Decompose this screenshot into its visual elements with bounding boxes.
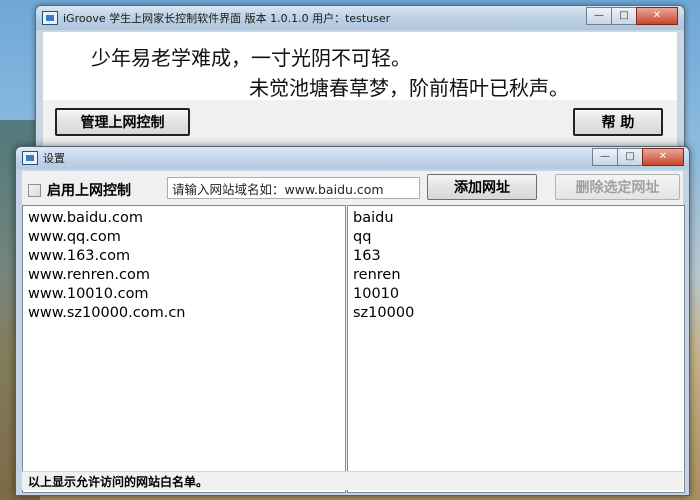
- list-item[interactable]: 163: [348, 247, 684, 266]
- manage-control-button[interactable]: 管理上网控制: [55, 108, 190, 136]
- status-bar: 以上显示允许访问的网站白名单。: [22, 471, 683, 490]
- main-titlebar[interactable]: iGroove 学生上网家长控制软件界面 版本 1.0.1.0 用户：testu…: [36, 6, 684, 30]
- main-window-title: iGroove 学生上网家长控制软件界面 版本 1.0.1.0 用户：testu…: [63, 12, 391, 25]
- maximize-button[interactable]: □: [617, 148, 643, 166]
- settings-window-title: 设置: [43, 152, 65, 165]
- help-button[interactable]: 帮 助: [573, 108, 663, 136]
- list-item[interactable]: renren: [348, 266, 684, 285]
- domain-list[interactable]: www.baidu.com www.qq.com www.163.com www…: [22, 205, 346, 493]
- main-window: iGroove 学生上网家长控制软件界面 版本 1.0.1.0 用户：testu…: [35, 5, 685, 151]
- settings-window: 设置 — □ ✕ 启用上网控制 请输入网站域名如：www.baidu.com 添…: [15, 146, 690, 496]
- minimize-button[interactable]: —: [592, 148, 618, 166]
- main-button-bar: 管理上网控制 帮 助: [43, 100, 677, 150]
- add-url-button[interactable]: 添加网址: [427, 174, 537, 200]
- list-item[interactable]: www.sz10000.com.cn: [23, 304, 345, 323]
- list-item[interactable]: www.baidu.com: [23, 209, 345, 228]
- url-input[interactable]: 请输入网站域名如：www.baidu.com: [167, 177, 420, 199]
- list-item[interactable]: qq: [348, 228, 684, 247]
- poem-line-1: 少年易老学难成，一寸光阴不可轻。: [91, 46, 411, 70]
- poem-line-2: 未觉池塘春草梦，阶前梧叶已秋声。: [249, 76, 569, 100]
- enable-control-toggle[interactable]: 启用上网控制: [28, 180, 131, 200]
- main-window-controls: — □ ✕: [586, 7, 678, 25]
- poem-banner: 少年易老学难成，一寸光阴不可轻。 未觉池塘春草梦，阶前梧叶已秋声。: [43, 32, 677, 100]
- site-name-list[interactable]: baidu qq 163 renren 10010 sz10000: [347, 205, 685, 493]
- list-item[interactable]: www.renren.com: [23, 266, 345, 285]
- enable-control-checkbox[interactable]: [28, 183, 41, 197]
- main-client-area: 少年易老学难成，一寸光阴不可轻。 未觉池塘春草梦，阶前梧叶已秋声。 管理上网控制…: [43, 32, 677, 150]
- maximize-button[interactable]: □: [611, 7, 637, 25]
- list-item[interactable]: baidu: [348, 209, 684, 228]
- list-item[interactable]: www.qq.com: [23, 228, 345, 247]
- list-item[interactable]: 10010: [348, 285, 684, 304]
- settings-titlebar[interactable]: 设置 — □ ✕: [16, 147, 689, 169]
- list-item[interactable]: www.163.com: [23, 247, 345, 266]
- settings-window-controls: — □ ✕: [592, 148, 684, 166]
- minimize-button[interactable]: —: [586, 7, 612, 25]
- close-button[interactable]: ✕: [642, 148, 684, 166]
- app-window-icon: [22, 151, 38, 165]
- list-item[interactable]: sz10000: [348, 304, 684, 323]
- enable-control-label: 启用上网控制: [47, 183, 131, 199]
- settings-client-area: 启用上网控制 请输入网站域名如：www.baidu.com 添加网址 删除选定网…: [22, 171, 685, 493]
- list-item[interactable]: www.10010.com: [23, 285, 345, 304]
- delete-url-button[interactable]: 删除选定网址: [555, 174, 680, 200]
- close-button[interactable]: ✕: [636, 7, 678, 25]
- app-window-icon: [42, 11, 58, 25]
